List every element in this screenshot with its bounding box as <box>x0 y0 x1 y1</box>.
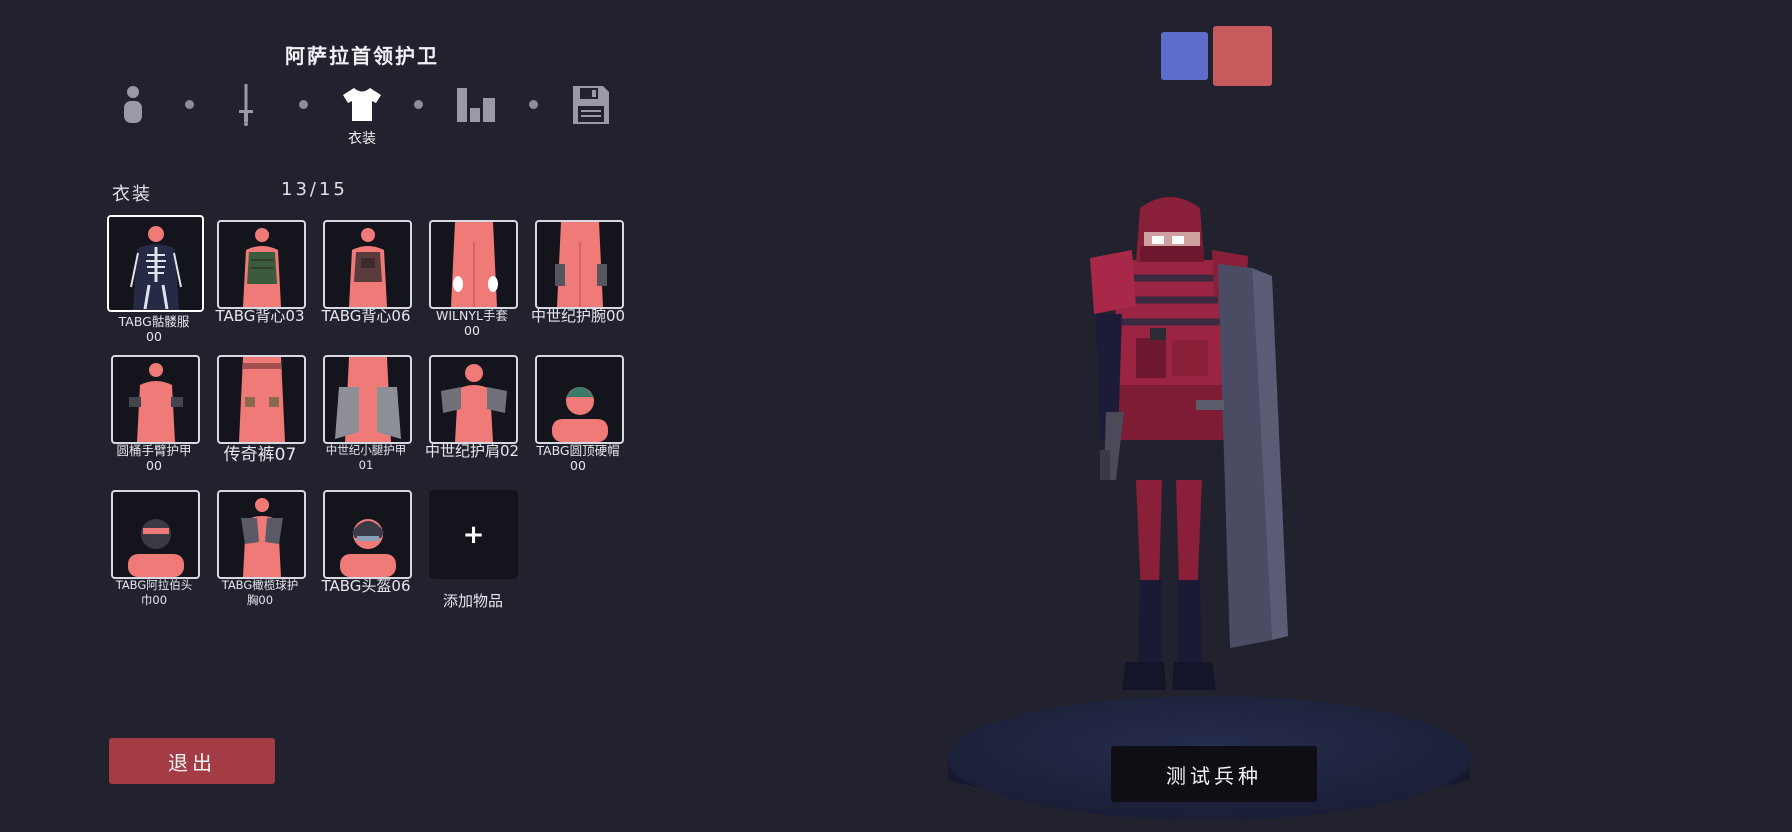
clothing-item-label: TABG骷髅服 00 <box>118 314 190 344</box>
chest-guard-thumbnail <box>241 498 283 577</box>
stats-icon <box>457 88 495 122</box>
clothing-item-tile[interactable] <box>535 355 624 444</box>
clothing-icon <box>343 88 381 121</box>
clothing-item-label: TABG圆顶硬帽 00 <box>536 443 620 473</box>
clothing-item: TABG骷髅服 00 <box>96 215 204 350</box>
clothing-item: 中世纪护肩02 <box>414 355 520 485</box>
unit-name-title: 阿萨拉首领护卫 <box>285 44 439 68</box>
step-clothing[interactable]: 衣装 <box>332 86 392 156</box>
add-item-slot: + 添加物品 <box>414 490 520 620</box>
clothing-item-label: 中世纪护腕00 <box>530 307 626 325</box>
head-wrap-thumbnail <box>128 519 184 577</box>
save-icon <box>573 86 609 124</box>
clothing-item: 中世纪小腿护甲 01 <box>308 355 414 485</box>
step-separator <box>299 100 308 109</box>
add-item-label: 添加物品 <box>442 592 503 610</box>
leg-armor-thumbnail <box>335 357 401 442</box>
clothing-item-label: 传奇裤07 <box>223 445 297 465</box>
clothing-item-tile[interactable] <box>217 220 306 309</box>
clothing-item-label: TABG背心03 <box>215 307 305 325</box>
step-separator <box>529 100 538 109</box>
clothing-item-label: 圆桶手臂护甲 00 <box>116 443 192 473</box>
pauldrons-thumbnail <box>441 364 507 442</box>
clothing-item-label: 中世纪小腿护甲 01 <box>325 443 407 472</box>
unit-editor-panel: 阿萨拉首领护卫 衣装 衣装 13/15 TABG骷髅服 00 TABG背心03 … <box>0 0 700 828</box>
clothing-item-tile[interactable] <box>217 355 306 444</box>
clothing-item-tile[interactable] <box>429 355 518 444</box>
clothing-item-tile[interactable] <box>217 490 306 579</box>
step-weapon[interactable] <box>216 84 276 154</box>
clothing-item-tile[interactable] <box>323 220 412 309</box>
vest-thumbnail <box>349 228 387 307</box>
clothing-section-label: 衣装 <box>112 184 152 205</box>
weapon-icon <box>239 84 253 126</box>
arm-armor-thumbnail <box>129 363 183 442</box>
clothing-count: 13/15 <box>281 179 348 200</box>
clothing-item-tile[interactable] <box>107 215 204 312</box>
clothing-item: TABG背心03 <box>202 220 308 350</box>
unit-figure <box>1090 197 1288 690</box>
clothing-item: 中世纪护腕00 <box>520 220 626 350</box>
vest-thumbnail <box>243 228 281 307</box>
unit-base-icon <box>124 86 142 123</box>
pants-thumbnail <box>239 357 285 442</box>
clothing-item-tile[interactable] <box>535 220 624 309</box>
clothing-item-label: TABG橄榄球护 胸00 <box>221 578 299 607</box>
clothing-item: 传奇裤07 <box>202 355 308 485</box>
step-stats[interactable] <box>446 88 506 158</box>
clothing-item-label: TABG背心06 <box>321 307 411 325</box>
clothing-item-tile[interactable] <box>323 355 412 444</box>
team-blue-swatch[interactable] <box>1161 32 1208 80</box>
clothing-item: 圆桶手臂护甲 00 <box>96 355 202 485</box>
step-separator <box>414 100 423 109</box>
helmet-thumbnail <box>340 519 396 577</box>
step-separator <box>185 100 194 109</box>
clothing-item-label: 中世纪护肩02 <box>424 442 520 460</box>
step-unit-base[interactable] <box>103 84 163 154</box>
clothing-item: TABG阿拉伯头 巾00 <box>96 490 202 620</box>
clothing-item-label: TABG阿拉伯头 巾00 <box>115 578 193 607</box>
clothing-item: TABG圆顶硬帽 00 <box>520 355 626 485</box>
skeleton-suit-thumbnail <box>130 226 182 310</box>
clothing-item-label: WILNYL手套 00 <box>436 308 508 338</box>
step-save[interactable] <box>561 84 621 154</box>
clothing-item: WILNYL手套 00 <box>414 220 520 350</box>
clothing-item-tile[interactable] <box>323 490 412 579</box>
gloves-thumbnail <box>451 222 498 307</box>
step-clothing-label: 衣装 <box>348 131 376 147</box>
test-unit-button[interactable]: 测试兵种 <box>1111 746 1317 802</box>
unit-preview-render <box>947 197 1471 820</box>
exit-button[interactable]: 退出 <box>109 738 275 784</box>
clothing-item: TABG头盔06 <box>308 490 414 620</box>
clothing-item-tile[interactable] <box>111 355 200 444</box>
clothing-item-tile[interactable] <box>429 220 518 309</box>
hardhat-thumbnail <box>552 387 608 442</box>
add-item-button[interactable]: + <box>429 490 518 579</box>
clothing-item-tile[interactable] <box>111 490 200 579</box>
team-red-swatch[interactable] <box>1213 26 1272 86</box>
clothing-item-label: TABG头盔06 <box>321 577 411 595</box>
clothing-item: TABG背心06 <box>308 220 414 350</box>
unit-preview[interactable] <box>900 150 1500 828</box>
clothing-item: TABG橄榄球护 胸00 <box>202 490 308 620</box>
bracers-thumbnail <box>555 222 607 307</box>
